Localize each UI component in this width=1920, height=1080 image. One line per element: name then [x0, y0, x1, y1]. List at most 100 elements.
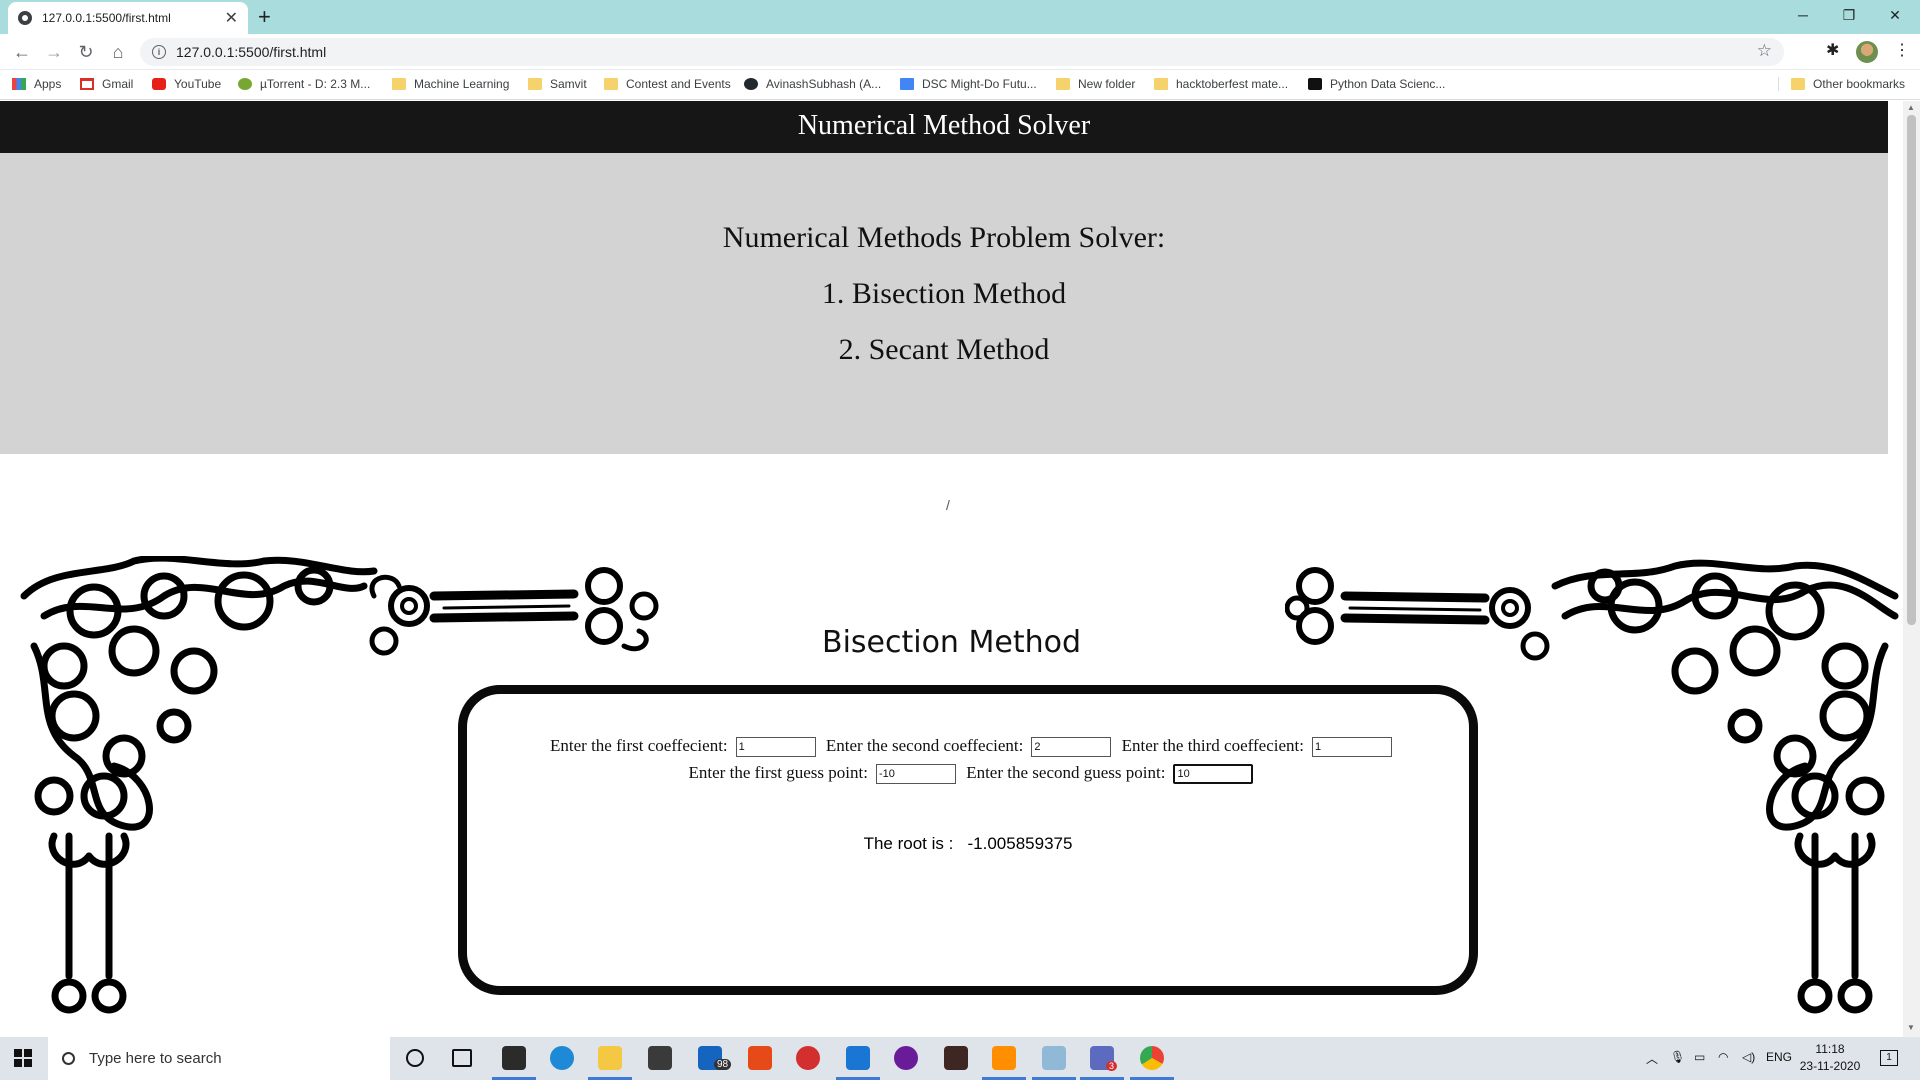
store-icon[interactable]: [648, 1046, 672, 1070]
volume-icon[interactable]: ◁): [1742, 1050, 1755, 1064]
reload-icon[interactable]: ↻: [74, 40, 98, 64]
bookmarks-bar: Apps Gmail YouTube µTorrent - D: 2.3 M..…: [0, 70, 1920, 100]
first-guess-label: Enter the first guess point:: [688, 763, 868, 782]
scrollbar-thumb[interactable]: [1907, 115, 1916, 625]
site-info-icon[interactable]: i: [152, 45, 166, 59]
browser-tab-strip: 127.0.0.1:5500/first.html ✕ + ─ ❐ ✕: [0, 0, 1920, 34]
close-tab-icon[interactable]: ✕: [225, 8, 238, 28]
illustrator-icon[interactable]: [944, 1046, 968, 1070]
tray-chevron-icon[interactable]: ︿: [1646, 1050, 1658, 1067]
address-bar[interactable]: i 127.0.0.1:5500/first.html ☆: [140, 38, 1784, 66]
intro-panel: Numerical Methods Problem Solver: 1. Bis…: [0, 153, 1888, 454]
file-explorer-icon[interactable]: [588, 1046, 632, 1080]
edge-icon[interactable]: [550, 1046, 574, 1070]
bookmark-github[interactable]: AvinashSubhash (A...: [744, 77, 881, 91]
notepad-icon[interactable]: [1032, 1046, 1076, 1080]
intro-heading: Numerical Methods Problem Solver:: [722, 221, 1166, 254]
profile-avatar[interactable]: [1856, 41, 1878, 63]
app-p-icon[interactable]: [796, 1046, 820, 1070]
app-purple-icon[interactable]: [894, 1046, 918, 1070]
bookmark-samvit[interactable]: Samvit: [528, 77, 587, 91]
scroll-down-icon[interactable]: ▼: [1907, 1023, 1915, 1032]
office-icon[interactable]: [748, 1046, 772, 1070]
tab-title: 127.0.0.1:5500/first.html: [42, 11, 171, 25]
clock-date: 23-11-2020: [1799, 1059, 1861, 1073]
terminal-icon[interactable]: [492, 1046, 536, 1080]
first-coef-input[interactable]: [735, 737, 816, 758]
home-icon[interactable]: ⌂: [106, 40, 130, 64]
second-coef-label: Enter the second coeffecient:: [825, 736, 1024, 755]
address-text: 127.0.0.1:5500/first.html: [176, 44, 327, 60]
bookmark-new-folder[interactable]: New folder: [1056, 77, 1135, 91]
folder-icon: [528, 78, 542, 90]
result-line: The root is : -1.005859375: [467, 834, 1469, 854]
bisection-form: Enter the first coeffecient: Enter the s…: [458, 685, 1478, 995]
windows-taskbar: Type here to search 98 3 ︿ 🎙 ▭ ◠ ◁) ENG …: [0, 1037, 1920, 1080]
page-scrollbar[interactable]: ▲ ▼: [1903, 101, 1920, 1037]
first-guess-input[interactable]: [875, 764, 956, 785]
result-label: The root is :: [863, 834, 954, 853]
bookmark-machine-learning[interactable]: Machine Learning: [392, 77, 509, 91]
restore-icon[interactable]: ❐: [1826, 0, 1872, 30]
back-icon[interactable]: ←: [10, 40, 34, 64]
battery-icon[interactable]: ▭: [1694, 1050, 1705, 1064]
method-item-secant: 2. Secant Method: [838, 333, 1050, 366]
third-coef-input[interactable]: [1311, 737, 1392, 758]
vscode-icon[interactable]: [836, 1046, 880, 1080]
folder-icon: [604, 78, 618, 90]
microphone-icon[interactable]: 🎙: [1670, 1050, 1685, 1064]
sublime-icon[interactable]: [982, 1046, 1026, 1080]
close-window-icon[interactable]: ✕: [1872, 0, 1918, 30]
utorrent-icon: [238, 78, 252, 90]
bookmark-other[interactable]: Other bookmarks: [1778, 77, 1905, 91]
apps-icon: [12, 78, 26, 90]
new-tab-button[interactable]: +: [258, 4, 271, 30]
site-header: Numerical Method Solver: [0, 101, 1888, 153]
stray-slash-text: /: [946, 497, 950, 513]
task-view-icon[interactable]: [452, 1049, 472, 1067]
docs-icon: [900, 78, 914, 90]
clock-time: 11:18: [1815, 1042, 1845, 1056]
language-indicator[interactable]: ENG: [1766, 1050, 1792, 1064]
folder-icon: [392, 78, 406, 90]
section-title: Bisection Method: [821, 625, 1081, 660]
extensions-icon[interactable]: ✱: [1826, 40, 1839, 60]
bookmark-apps[interactable]: Apps: [12, 77, 61, 91]
bookmark-dsc[interactable]: DSC Might-Do Futu...: [900, 77, 1037, 91]
teams-badge: 3: [1106, 1061, 1118, 1071]
search-icon: [62, 1052, 75, 1065]
second-guess-input[interactable]: [1173, 764, 1254, 785]
pds-icon: [1308, 78, 1322, 90]
cortana-icon[interactable]: [406, 1049, 424, 1067]
third-coef-label: Enter the third coeffecient:: [1121, 736, 1304, 755]
taskbar-search[interactable]: Type here to search: [48, 1037, 390, 1080]
bookmark-star-icon[interactable]: ☆: [1757, 41, 1772, 61]
coefficient-row: Enter the first coeffecient: Enter the s…: [467, 736, 1469, 758]
folder-icon: [1056, 78, 1070, 90]
bookmark-contest-events[interactable]: Contest and Events: [604, 77, 731, 91]
folder-icon: [1154, 78, 1168, 90]
guess-row: Enter the first guess point: Enter the s…: [467, 763, 1469, 785]
wifi-icon[interactable]: ◠: [1718, 1050, 1728, 1064]
gmail-icon: [80, 78, 94, 90]
second-coef-input[interactable]: [1031, 737, 1112, 758]
bookmark-hacktoberfest[interactable]: hacktoberfest mate...: [1154, 77, 1288, 91]
method-item-bisection: 1. Bisection Method: [821, 277, 1067, 310]
chrome-icon[interactable]: [1130, 1046, 1174, 1080]
menu-kebab-icon[interactable]: ⋮: [1894, 40, 1910, 60]
windows-start-icon[interactable]: [14, 1049, 32, 1067]
globe-icon: [18, 11, 32, 25]
bookmark-utorrent[interactable]: µTorrent - D: 2.3 M...: [238, 77, 370, 91]
notification-center-icon[interactable]: 1: [1880, 1050, 1898, 1066]
folder-icon: [1791, 78, 1805, 90]
result-value: -1.005859375: [967, 834, 1073, 853]
bookmark-gmail[interactable]: Gmail: [80, 77, 133, 91]
youtube-icon: [152, 78, 166, 90]
bookmark-python-data-science[interactable]: Python Data Scienc...: [1308, 77, 1445, 91]
bookmark-youtube[interactable]: YouTube: [152, 77, 221, 91]
system-clock[interactable]: 11:18 23-11-2020: [1796, 1041, 1864, 1075]
scroll-up-icon[interactable]: ▲: [1907, 103, 1915, 112]
forward-icon[interactable]: →: [42, 40, 66, 64]
browser-tab[interactable]: 127.0.0.1:5500/first.html ✕: [8, 2, 248, 34]
minimize-icon[interactable]: ─: [1780, 0, 1826, 30]
